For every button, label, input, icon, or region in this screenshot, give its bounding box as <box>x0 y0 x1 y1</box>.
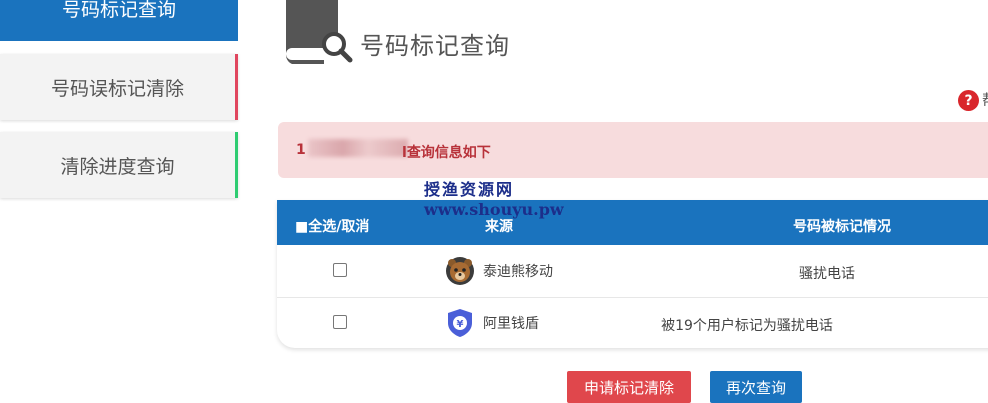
result-alert: 1 l查询信息如下 <box>278 122 988 178</box>
sidebar-item-clear-progress[interactable]: 清除进度查询 <box>0 132 238 198</box>
book-search-icon <box>285 0 353 64</box>
sidebar-item-label: 号码误标记清除 <box>50 77 184 100</box>
sidebar-item-label: 号码标记查询 <box>61 0 176 21</box>
sidebar-item-number-mark-query[interactable]: 号码标记查询 <box>0 0 238 41</box>
mark-status: 骚扰电话 <box>799 266 855 282</box>
phone-number-prefix: 1 <box>296 142 306 158</box>
table-row: 泰迪熊移动 骚扰电话 <box>277 245 988 298</box>
shield-yen-icon: ¥ <box>448 309 472 337</box>
table-header: ■全选/取消 来源 号码被标记情况 <box>277 200 988 245</box>
alert-message: l查询信息如下 <box>402 145 491 161</box>
watermark-url: www.shouyu.pw <box>424 200 564 219</box>
mark-result-table: ■全选/取消 来源 号码被标记情况 泰迪熊移动 骚扰电话 ¥ 阿里钱盾 被19个… <box>277 200 988 348</box>
watermark-title: 授渔资源网 <box>424 180 515 199</box>
page-title: 号码标记查询 <box>360 32 510 60</box>
column-header-source: 来源 <box>485 219 513 235</box>
redacted-phone-number <box>308 139 408 157</box>
column-header-mark-status: 号码被标记情况 <box>793 219 891 235</box>
row-checkbox[interactable] <box>333 315 347 329</box>
select-all-toggle[interactable]: ■全选/取消 <box>295 216 369 236</box>
question-icon[interactable]: ? <box>958 90 979 111</box>
source-name: 阿里钱盾 <box>483 316 539 332</box>
teddy-bear-icon <box>446 257 474 285</box>
row-checkbox[interactable] <box>333 263 347 277</box>
apply-clear-mark-button[interactable]: 申请标记清除 <box>567 371 691 403</box>
query-again-button[interactable]: 再次查询 <box>710 371 802 403</box>
sidebar-item-label: 清除进度查询 <box>60 155 175 178</box>
help-link[interactable]: 帮 <box>982 89 988 110</box>
sidebar-item-mark-clear[interactable]: 号码误标记清除 <box>0 54 238 120</box>
source-name: 泰迪熊移动 <box>483 264 553 280</box>
mark-status: 被19个用户标记为骚扰电话 <box>661 318 833 334</box>
table-row: ¥ 阿里钱盾 被19个用户标记为骚扰电话 <box>277 297 988 348</box>
svg-text:¥: ¥ <box>457 319 464 330</box>
